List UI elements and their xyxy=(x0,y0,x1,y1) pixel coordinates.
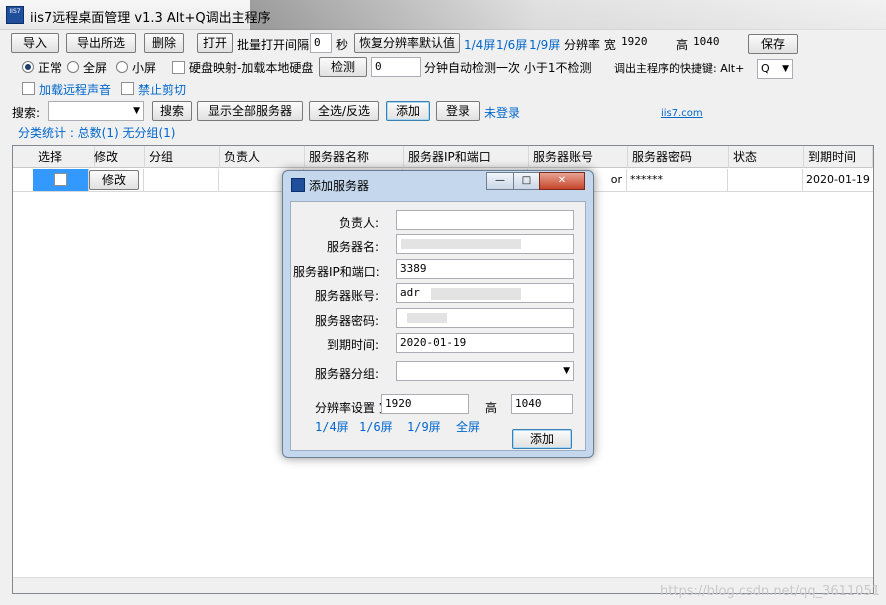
dialog-body: 负责人: 服务器名: 服务器IP和端口: 3389 服务器账号: adr 服务器… xyxy=(290,201,586,451)
dialog-quarter-link[interactable]: 1/4屏 xyxy=(315,418,349,435)
header-server-ip[interactable]: 服务器IP和端口 xyxy=(403,146,529,168)
server-ip-input[interactable]: 3389 xyxy=(396,259,574,279)
chevron-down-icon: ▼ xyxy=(563,366,570,376)
quarter-screen-link[interactable]: 1/4屏 xyxy=(464,36,495,53)
sixth-screen-link[interactable]: 1/6屏 xyxy=(496,36,527,53)
resolution-width-input[interactable]: 1920 xyxy=(618,33,672,53)
auto-detect-label: 分钟自动检测一次 小于1不检测 xyxy=(424,61,592,75)
small-mode-radio[interactable] xyxy=(116,61,128,73)
export-selected-button[interactable]: 导出所选 xyxy=(66,33,136,53)
search-label: 搜索: xyxy=(12,106,41,120)
site-link[interactable]: iis7.com xyxy=(661,108,703,119)
add-server-dialog: 添加服务器 — □ ✕ 负责人: 服务器名: 服务器IP和端口: 3389 服务… xyxy=(282,170,594,458)
row-status-cell xyxy=(728,169,803,191)
login-status-link[interactable]: 未登录 xyxy=(484,104,520,121)
load-sound-label: 加载远程声音 xyxy=(39,83,112,97)
header-status[interactable]: 状态 xyxy=(728,146,804,168)
owner-label: 负责人: xyxy=(339,216,380,230)
window-title: iis7远程桌面管理 v1.3 Alt+Q调出主程序 xyxy=(30,11,271,26)
detect-button[interactable]: 检测 xyxy=(319,57,367,77)
dialog-height-label: 高 xyxy=(485,401,498,415)
table-header: 选择 修改 分组 负责人 服务器名称 服务器IP和端口 服务器账号 服务器密码 … xyxy=(13,146,873,168)
expiry-label: 到期时间: xyxy=(327,338,380,352)
dialog-width-input[interactable]: 1920 xyxy=(381,394,469,414)
show-all-servers-button[interactable]: 显示全部服务器 xyxy=(197,101,303,121)
header-expiry[interactable]: 到期时间 xyxy=(803,146,873,168)
delete-button[interactable]: 删除 xyxy=(144,33,184,53)
redacted-account xyxy=(431,288,521,300)
expiry-input[interactable]: 2020-01-19 xyxy=(396,333,574,353)
restore-resolution-button[interactable]: 恢复分辨率默认值 xyxy=(354,33,460,53)
header-server-account[interactable]: 服务器账号 xyxy=(528,146,628,168)
server-password-input[interactable] xyxy=(396,308,574,328)
category-stats: 分类统计 : 总数(1) 无分组(1) xyxy=(18,126,176,140)
header-group[interactable]: 分组 xyxy=(144,146,220,168)
row-expiry-cell: 2020-01-19 xyxy=(806,173,870,186)
row-edit-cell: 修改 xyxy=(89,169,144,191)
login-button[interactable]: 登录 xyxy=(436,101,480,121)
server-ip-label: 服务器IP和端口: xyxy=(293,265,380,279)
row-password-cell: ****** xyxy=(627,169,728,191)
import-button[interactable]: 导入 xyxy=(11,33,59,53)
row-group-cell xyxy=(144,169,219,191)
header-server-password[interactable]: 服务器密码 xyxy=(627,146,729,168)
normal-mode-radio[interactable] xyxy=(22,61,34,73)
resolution-width-label: 分辨率 宽 xyxy=(564,38,616,52)
server-account-label: 服务器账号: xyxy=(315,289,380,303)
select-all-button[interactable]: 全选/反选 xyxy=(309,101,379,121)
search-combo[interactable]: ▼ xyxy=(48,101,144,121)
maximize-icon[interactable]: □ xyxy=(513,172,540,190)
server-group-select[interactable]: ▼ xyxy=(396,361,574,381)
dialog-height-input[interactable]: 1040 xyxy=(511,394,573,414)
server-name-input[interactable] xyxy=(396,234,574,254)
header-edit[interactable]: 修改 xyxy=(89,146,145,168)
dialog-fullscreen-link[interactable]: 全屏 xyxy=(456,418,480,435)
row-select-checkbox[interactable] xyxy=(54,173,67,186)
add-button[interactable]: 添加 xyxy=(386,101,430,121)
minimize-icon[interactable]: — xyxy=(486,172,514,190)
ninth-screen-link[interactable]: 1/9屏 xyxy=(529,36,560,53)
server-group-label: 服务器分组: xyxy=(315,367,380,381)
disable-clip-checkbox[interactable] xyxy=(121,82,134,95)
batch-open-interval-label: 批量打开间隔 xyxy=(237,38,310,52)
watermark-text: https://blog.csdn.net/qq_3611051 xyxy=(660,584,880,599)
header-server-name[interactable]: 服务器名称 xyxy=(304,146,404,168)
normal-mode-label: 正常 xyxy=(38,61,63,75)
batch-interval-input[interactable]: 0 xyxy=(310,33,332,53)
load-sound-checkbox[interactable] xyxy=(22,82,35,95)
chevron-down-icon: ▼ xyxy=(782,64,789,74)
header-owner[interactable]: 负责人 xyxy=(219,146,305,168)
fullscreen-mode-radio[interactable] xyxy=(67,61,79,73)
hotkey-select-value: Q xyxy=(761,62,770,75)
seconds-label: 秒 xyxy=(336,38,349,52)
open-button[interactable]: 打开 xyxy=(197,33,233,53)
app-logo-icon: IIS7 xyxy=(6,6,24,24)
header-select[interactable]: 选择 xyxy=(33,146,95,168)
disk-map-label: 硬盘映射-加载本地硬盘 xyxy=(189,61,314,75)
dialog-ninth-link[interactable]: 1/9屏 xyxy=(407,418,441,435)
hotkey-select[interactable]: Q ▼ xyxy=(757,59,793,79)
search-button[interactable]: 搜索 xyxy=(152,101,192,121)
dialog-sixth-link[interactable]: 1/6屏 xyxy=(359,418,393,435)
row-edit-button[interactable]: 修改 xyxy=(89,170,139,190)
resolution-height-label: 高 xyxy=(676,38,689,52)
server-name-label: 服务器名: xyxy=(327,240,380,254)
dialog-app-icon xyxy=(291,178,305,192)
small-mode-label: 小屏 xyxy=(132,61,157,75)
auto-detect-minutes-input[interactable]: 0 xyxy=(371,57,421,77)
close-icon[interactable]: ✕ xyxy=(539,172,585,190)
dialog-title: 添加服务器 xyxy=(309,179,370,193)
owner-input[interactable] xyxy=(396,210,574,230)
server-password-label: 服务器密码: xyxy=(315,314,380,328)
row-select-cell[interactable] xyxy=(33,169,89,191)
chevron-down-icon: ▼ xyxy=(133,106,140,116)
save-button[interactable]: 保存 xyxy=(748,34,798,54)
resolution-height-input[interactable]: 1040 xyxy=(690,33,746,53)
disk-map-checkbox[interactable] xyxy=(172,61,185,74)
hotkey-label: 调出主程序的快捷键: Alt+ xyxy=(614,62,745,75)
dialog-add-button[interactable]: 添加 xyxy=(512,429,572,449)
title-background-blur xyxy=(250,0,886,30)
fullscreen-mode-label: 全屏 xyxy=(83,61,108,75)
disable-clip-label: 禁止剪切 xyxy=(138,83,187,97)
